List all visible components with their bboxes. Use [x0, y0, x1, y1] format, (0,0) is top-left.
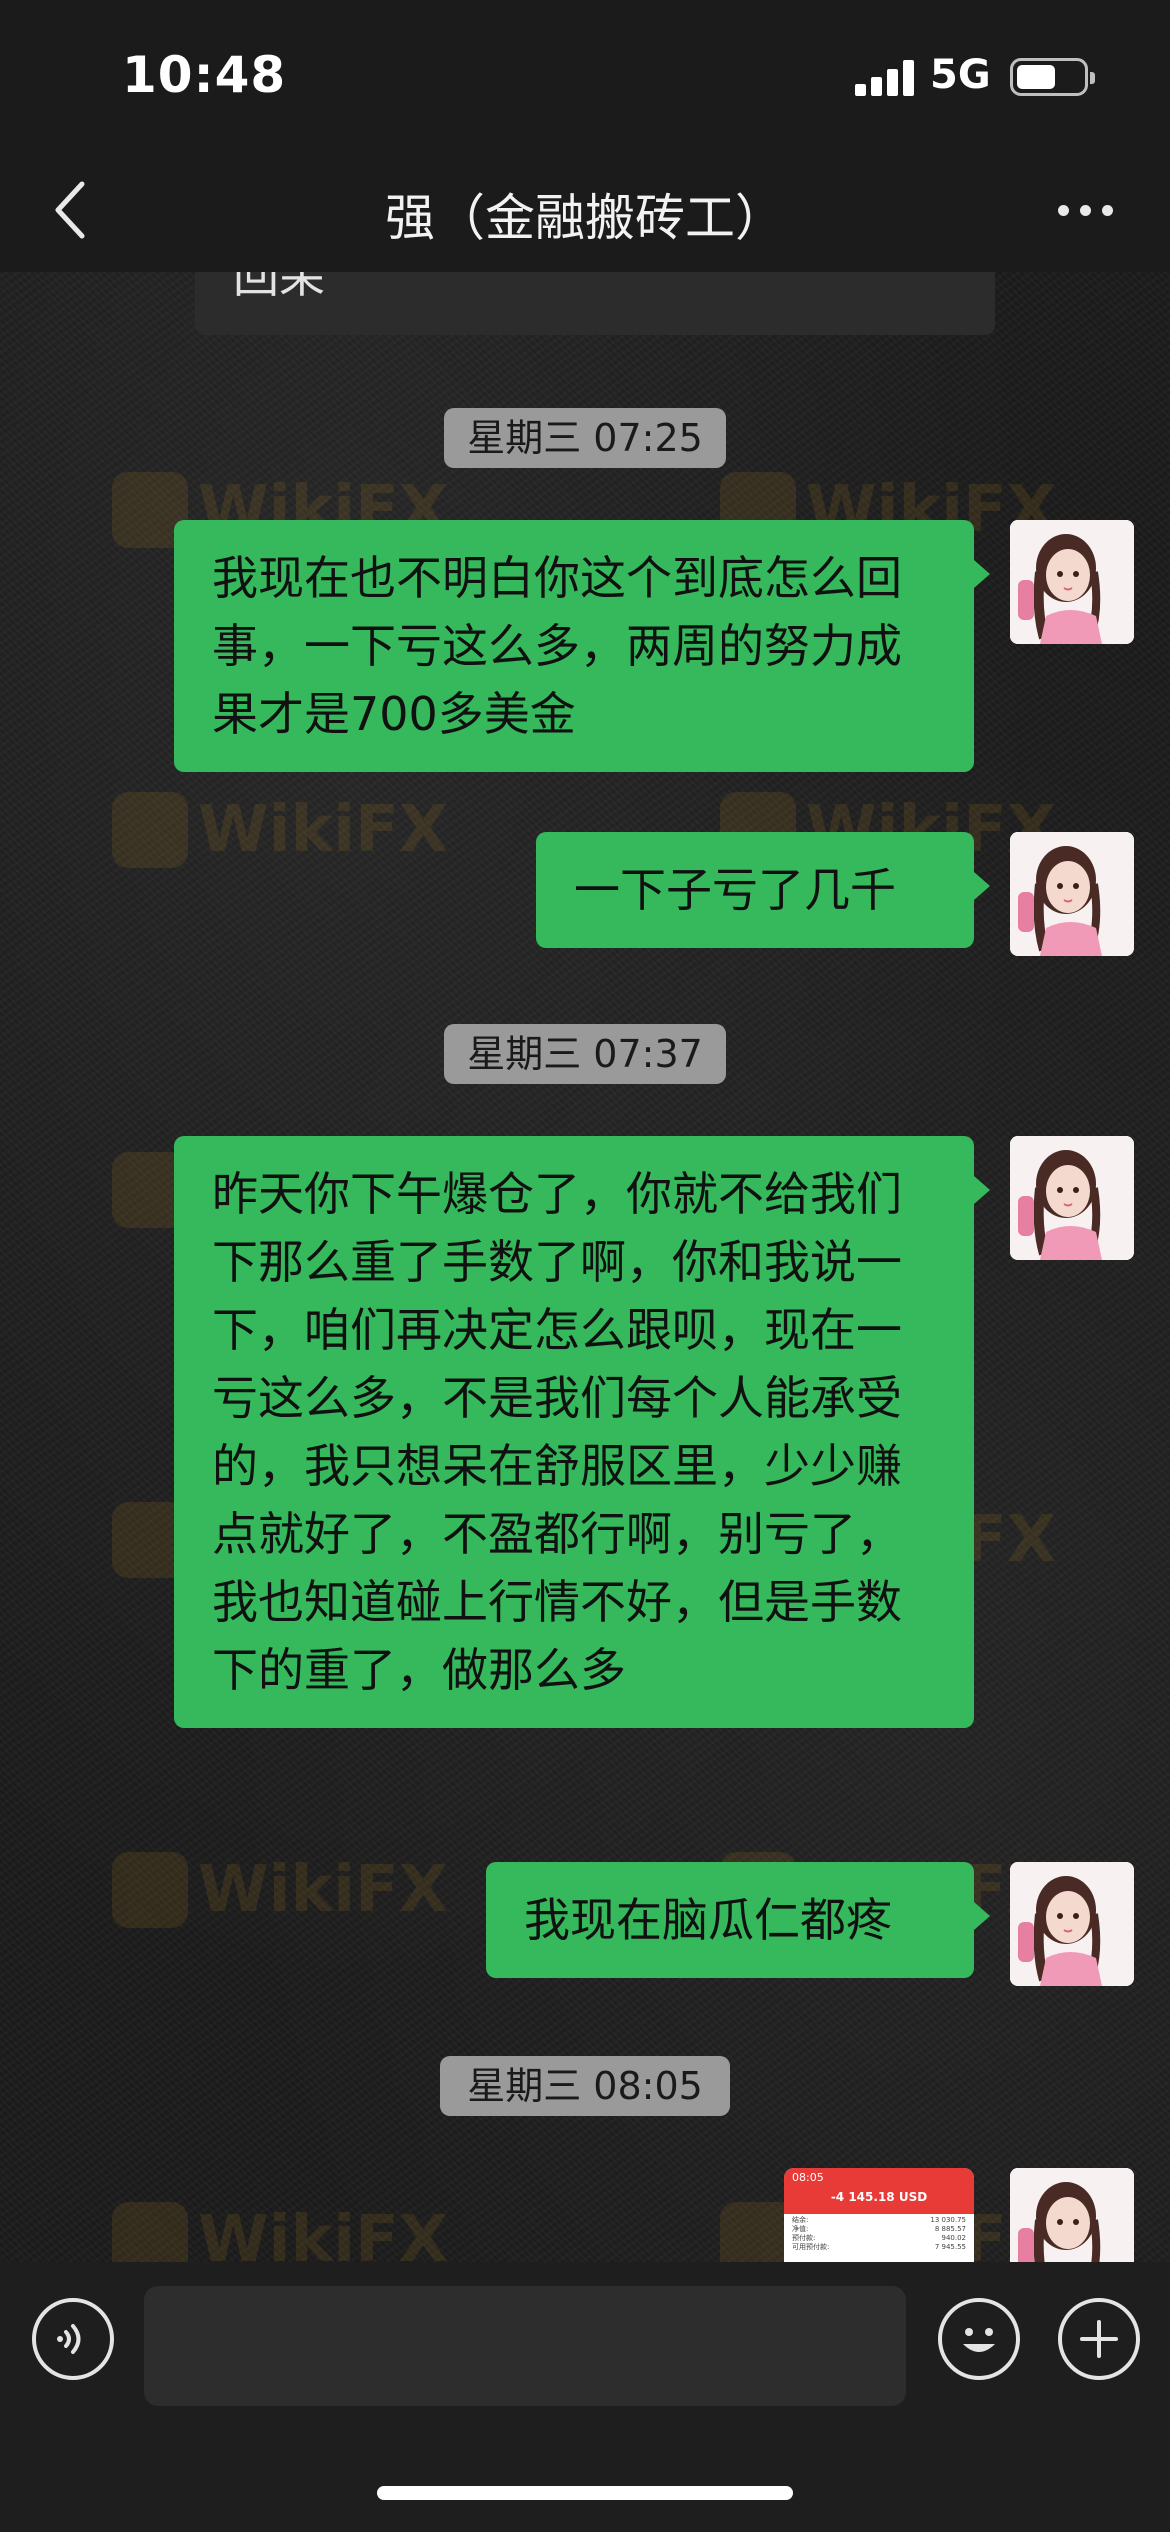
message-text: 我现在也不明白你这个到底怎么回事，一下亏这么多，两周的努力成果才是700多美金 — [212, 551, 902, 741]
more-dots-icon — [1102, 205, 1113, 216]
more-options-button[interactable] — [1052, 180, 1122, 240]
trading-screenshot-header: 08:05 -4 145.18 USD — [784, 2168, 974, 2214]
battery-icon — [1010, 58, 1095, 96]
status-bar: 10:48 5G — [0, 0, 1170, 150]
watermark: WikiFX — [112, 1852, 448, 1928]
cellular-signal-icon — [855, 58, 915, 96]
user-avatar-image — [1010, 2168, 1134, 2262]
timestamp: 星期三 07:25 — [444, 408, 726, 468]
screenshot-loss-amount: -4 145.18 USD — [830, 2190, 928, 2204]
timestamp: 星期三 07:37 — [444, 1024, 726, 1084]
more-dots-icon — [1080, 205, 1091, 216]
user-avatar-image — [1010, 1136, 1134, 1260]
message-bubble[interactable]: 昨天你下午爆仓了，你就不给我们下那么重了手数了啊，你和我说一下，咱们再决定怎么跟… — [174, 1136, 990, 1728]
message-text: 昨天你下午爆仓了，你就不给我们下那么重了手数了啊，你和我说一下，咱们再决定怎么跟… — [212, 1167, 902, 1697]
message-bubble[interactable]: 我现在脑瓜仁都疼 — [486, 1862, 990, 1978]
watermark: WikiFX — [112, 792, 448, 868]
avatar[interactable] — [1010, 1136, 1134, 1260]
message-text: 一下子亏了几千 — [574, 863, 896, 917]
chat-header: 强（金融搬砖工） — [0, 150, 1170, 272]
plus-icon — [1080, 2320, 1118, 2358]
avatar[interactable] — [1010, 1862, 1134, 1986]
screenshot-row: 净值: 8 885.57 — [792, 2225, 966, 2233]
screenshot-account-rows: 结余: 13 030.75 净值: 8 885.57 预付款: 940.02 可用预付… — [784, 2214, 974, 2254]
user-avatar-image — [1010, 520, 1134, 644]
avatar[interactable] — [1010, 832, 1134, 956]
avatar[interactable] — [1010, 2168, 1134, 2262]
chat-title: 强（金融搬砖工） — [385, 189, 785, 247]
message-bubble[interactable]: 我现在也不明白你这个到底怎么回事，一下亏这么多，两周的努力成果才是700多美金 — [174, 520, 990, 772]
screenshot-row: 预付款: 940.02 — [792, 2234, 966, 2242]
watermark: WikiFX — [112, 2202, 448, 2262]
user-avatar-image — [1010, 832, 1134, 956]
voice-icon — [57, 2324, 81, 2354]
emoji-button[interactable] — [938, 2298, 1020, 2380]
user-avatar-image — [1010, 1862, 1134, 1986]
home-indicator[interactable] — [377, 2486, 793, 2500]
image-message[interactable]: 08:05 -4 145.18 USD 结余: 13 030.75 净值: 8 88… — [784, 2168, 974, 2262]
message-bubble[interactable]: 一下子亏了几千 — [536, 832, 990, 948]
status-time: 10:48 — [122, 46, 287, 104]
message-text: 我现在脑瓜仁都疼 — [524, 1893, 892, 1947]
voice-input-button[interactable] — [32, 2298, 114, 2380]
screenshot-row: 结余: 13 030.75 — [792, 2216, 966, 2224]
screenshot-time: 08:05 — [792, 2171, 824, 2184]
smiley-icon — [963, 2328, 995, 2352]
timestamp: 星期三 08:05 — [440, 2056, 730, 2116]
network-type: 5G — [930, 52, 991, 98]
avatar[interactable] — [1010, 520, 1134, 644]
screenshot-row: 可用预付款: 7 945.55 — [792, 2243, 966, 2251]
message-text-field[interactable] — [144, 2286, 906, 2406]
more-dots-icon — [1058, 205, 1069, 216]
more-functions-button[interactable] — [1058, 2298, 1140, 2380]
